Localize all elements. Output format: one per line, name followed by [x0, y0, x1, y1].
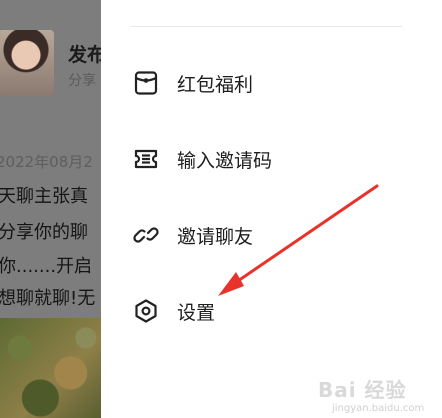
- watermark-url: jingyan.baidu.com: [332, 403, 425, 414]
- annotation-arrow: [218, 184, 379, 296]
- baidu-watermark: Bai 经验 jingyan.baidu.com: [318, 374, 440, 418]
- watermark-logo-text: Bai 经验: [318, 378, 407, 402]
